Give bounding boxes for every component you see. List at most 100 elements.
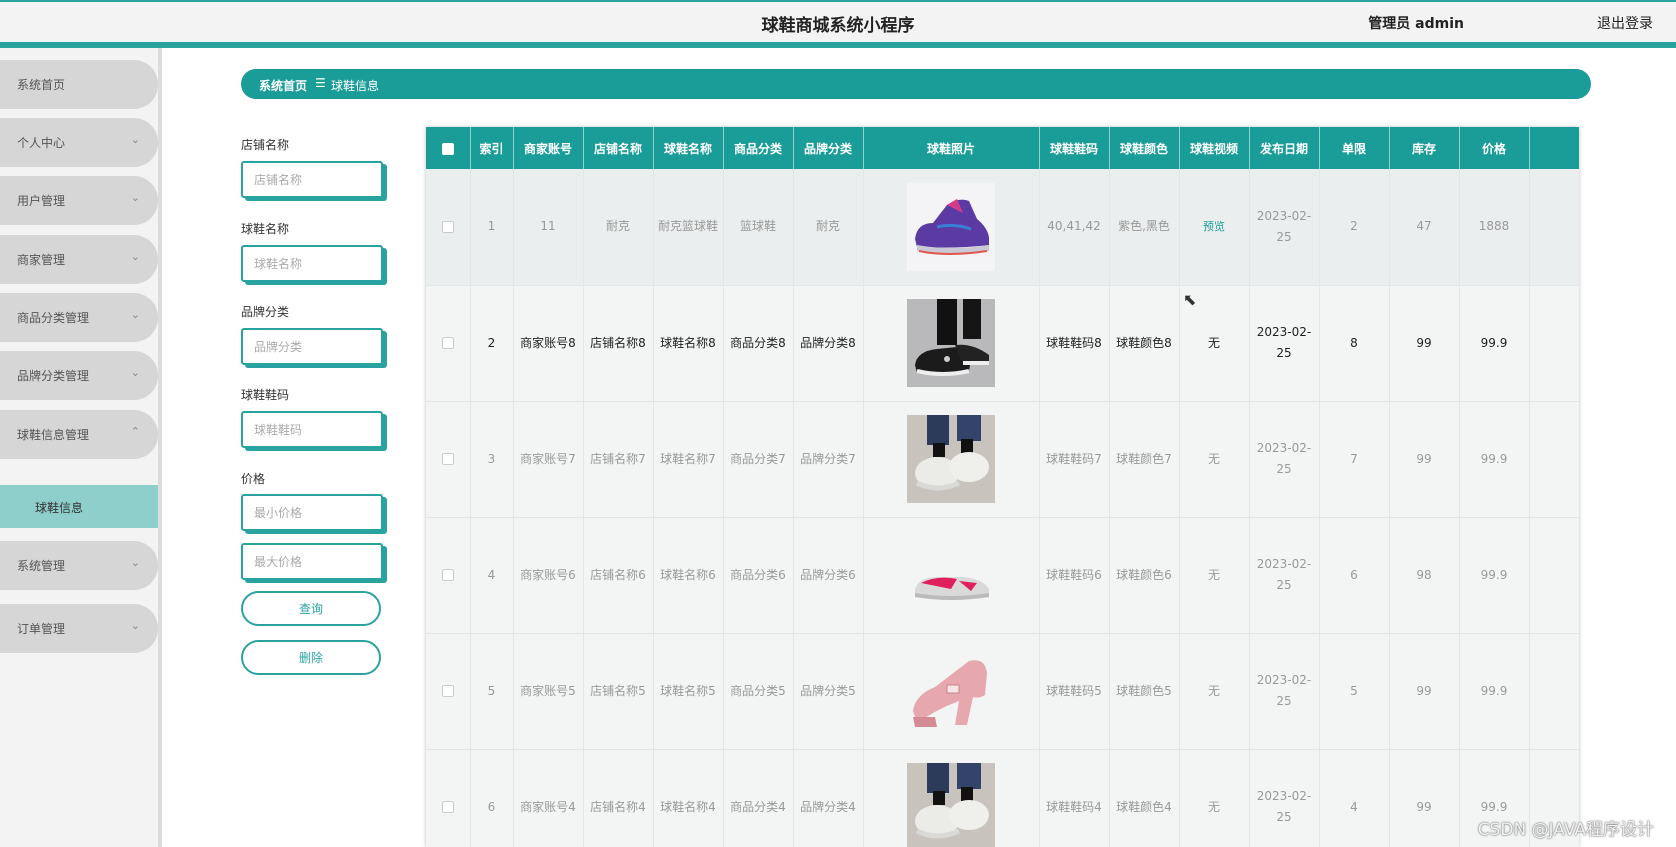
header-accent-bar <box>0 42 1676 48</box>
cell-index: 1 <box>470 169 514 286</box>
table-row[interactable]: 4 商家账号6 店铺名称6 球鞋名称6 商品分类6 品牌分类6 球鞋鞋码6 球鞋… <box>426 517 1579 634</box>
sidebar-item-home[interactable]: 系统首页 <box>0 60 158 109</box>
table-row[interactable]: 1 11 耐克 耐克篮球鞋 篮球鞋 耐克 40,41,42 紫色,黑色 预览 2… <box>426 169 1579 286</box>
row-checkbox[interactable] <box>441 801 454 813</box>
row-checkbox[interactable] <box>441 569 454 581</box>
cell-color: 球鞋颜色7 <box>1109 401 1180 518</box>
cell-name: 球鞋名称5 <box>653 633 724 750</box>
sidebar-item-users[interactable]: 用户管理 ⌄ <box>0 176 158 225</box>
cell-date: 2023-02-25 <box>1249 285 1320 402</box>
cell-stock: 99 <box>1389 749 1460 847</box>
cell-brand: 品牌分类7 <box>793 401 864 518</box>
sidebar-item-label: 商家管理 <box>17 253 66 267</box>
cell-name: 耐克篮球鞋 <box>653 169 724 286</box>
row-checkbox[interactable] <box>441 337 454 349</box>
column-header: 球鞋视频 <box>1179 127 1250 169</box>
cell-brand: 品牌分类8 <box>793 285 864 402</box>
cell-date: 2023-02-25 <box>1249 169 1320 286</box>
sidebar-item-orders[interactable]: 订单管理 ⌄ <box>0 604 158 653</box>
shoe-size-input[interactable] <box>241 411 383 448</box>
shoe-name-input[interactable] <box>241 245 383 282</box>
chevron-up-icon: ⌃ <box>130 425 140 438</box>
cell-color: 紫色,黑色 <box>1109 169 1180 286</box>
sidebar-item-label: 个人中心 <box>17 136 66 150</box>
chevron-down-icon: ⌄ <box>130 366 140 379</box>
cell-video: 无 <box>1179 749 1250 847</box>
sidebar-item-system[interactable]: 系统管理 ⌄ <box>0 541 158 590</box>
shoe-name-label: 球鞋名称 <box>241 222 290 236</box>
black-sneaker-image[interactable] <box>907 299 995 387</box>
sidebar-item-shoe-info-management[interactable]: 球鞋信息管理 ⌃ <box>0 410 158 459</box>
cell-account: 11 <box>513 169 584 286</box>
cell-video: 无 <box>1179 517 1250 634</box>
cell-index: 3 <box>470 401 514 518</box>
cell-photo <box>863 517 1040 634</box>
breadcrumb-current: 球鞋信息 <box>331 79 380 93</box>
row-checkbox[interactable] <box>441 453 454 465</box>
brand-category-input[interactable] <box>241 328 383 365</box>
table-row[interactable]: 3 商家账号7 店铺名称7 球鞋名称7 商品分类7 品牌分类7 球鞋鞋码7 球鞋… <box>426 401 1579 518</box>
cell-photo <box>863 169 1040 286</box>
cell-limit: 7 <box>1319 401 1390 518</box>
query-button[interactable]: 查询 <box>241 591 381 626</box>
cell-category: 商品分类6 <box>723 517 794 634</box>
watermark: CSDN @JAVA程序设计 <box>1477 820 1654 840</box>
cell-actions <box>1529 285 1579 402</box>
chevron-down-icon: ⌄ <box>130 191 140 204</box>
cell-name: 球鞋名称4 <box>653 749 724 847</box>
cell-account: 商家账号6 <box>513 517 584 634</box>
cell-category: 商品分类8 <box>723 285 794 402</box>
sidebar-item-label: 系统首页 <box>17 78 66 92</box>
shoe-table: 索引 商家账号 店铺名称 球鞋名称 商品分类 品牌分类 球鞋照片 球鞋鞋码 球鞋… <box>426 127 1579 847</box>
cell-photo <box>863 633 1040 750</box>
cell-size: 球鞋鞋码8 <box>1039 285 1110 402</box>
cell-index: 2 <box>470 285 514 402</box>
chevron-down-icon: ⌄ <box>130 556 140 569</box>
sidebar-item-merchants[interactable]: 商家管理 ⌄ <box>0 235 158 284</box>
select-all-checkbox[interactable] <box>441 142 454 155</box>
chevron-down-icon: ⌄ <box>130 308 140 321</box>
delete-button[interactable]: 删除 <box>241 640 381 675</box>
white-chunky-sneaker-image[interactable] <box>907 415 995 503</box>
pink-glitter-sneaker-image[interactable] <box>907 531 995 619</box>
cell-limit: 6 <box>1319 517 1390 634</box>
cell-stock: 98 <box>1389 517 1460 634</box>
breadcrumb: 系统首页 ☰ 球鞋信息 <box>241 69 1591 99</box>
cell-index: 5 <box>470 633 514 750</box>
table-row[interactable]: 5 商家账号5 店铺名称5 球鞋名称5 商品分类5 品牌分类5 球鞋鞋码5 球鞋… <box>426 633 1579 750</box>
row-checkbox[interactable] <box>441 685 454 697</box>
cell-limit: 5 <box>1319 633 1390 750</box>
logout-link[interactable]: 退出登录 <box>1597 13 1653 33</box>
cell-stock: 99 <box>1389 401 1460 518</box>
white-chunky-sneaker-image[interactable] <box>907 763 995 847</box>
table-row[interactable]: 2 商家账号8 店铺名称8 球鞋名称8 商品分类8 品牌分类8 球鞋鞋码8 球鞋… <box>426 285 1579 402</box>
column-header: 商家账号 <box>513 127 584 169</box>
sidebar-item-label: 系统管理 <box>17 559 66 573</box>
cell-color: 球鞋颜色5 <box>1109 633 1180 750</box>
row-checkbox[interactable] <box>441 220 454 233</box>
cell-date: 2023-02-25 <box>1249 749 1320 847</box>
shoe-size-label: 球鞋鞋码 <box>241 388 290 402</box>
sidebar-subitem-shoe-info[interactable]: 球鞋信息 <box>0 485 158 528</box>
column-header: 球鞋鞋码 <box>1039 127 1110 169</box>
price-label: 价格 <box>241 472 266 486</box>
sidebar-item-label: 球鞋信息管理 <box>17 428 90 442</box>
breadcrumb-home[interactable]: 系统首页 <box>259 77 307 94</box>
cell-category: 商品分类7 <box>723 401 794 518</box>
min-price-input[interactable] <box>241 494 383 531</box>
video-preview-link[interactable]: 预览 <box>1203 220 1225 233</box>
cell-color: 球鞋颜色4 <box>1109 749 1180 847</box>
sidebar-item-profile[interactable]: 个人中心 ⌄ <box>0 118 158 167</box>
table-row[interactable]: 6 商家账号4 店铺名称4 球鞋名称4 商品分类4 品牌分类4 球鞋鞋码4 球鞋… <box>426 749 1579 847</box>
purple-basketball-shoe-image[interactable] <box>907 182 995 271</box>
cell-category: 商品分类4 <box>723 749 794 847</box>
max-price-input[interactable] <box>241 543 383 580</box>
cell-price: 99.9 <box>1459 401 1530 518</box>
shop-name-input[interactable] <box>241 161 383 198</box>
cell-price: 99.9 <box>1459 633 1530 750</box>
cell-index: 4 <box>470 517 514 634</box>
sidebar-item-product-categories[interactable]: 商品分类管理 ⌄ <box>0 293 158 342</box>
sidebar-item-brand-categories[interactable]: 品牌分类管理 ⌄ <box>0 351 158 400</box>
pink-platform-heel-image[interactable] <box>907 647 995 735</box>
cell-shop: 店铺名称6 <box>583 517 654 634</box>
